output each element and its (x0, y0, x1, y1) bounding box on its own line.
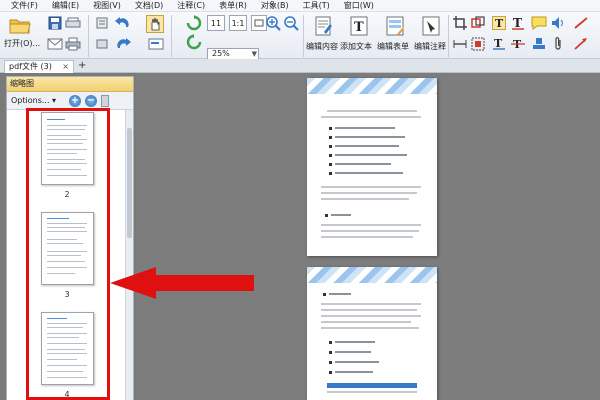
undo-icon[interactable] (113, 15, 133, 31)
thumbnail-list: 2 3 4 (7, 110, 125, 400)
settings-icon[interactable] (95, 15, 109, 31)
edit-annotation-icon[interactable] (420, 15, 442, 37)
rotate-ccw-icon[interactable] (185, 34, 203, 50)
measure-icon[interactable] (452, 36, 468, 52)
new-tab-button[interactable]: + (78, 60, 86, 72)
menu-bar: 文件(F) 编辑(E) 视图(V) 文档(D) 注释(C) 表单(R) 对象(B… (0, 0, 600, 12)
add-text-button[interactable]: 添加文本 (340, 41, 372, 52)
scrollbar-thumb[interactable] (127, 128, 132, 238)
rotate-cw-icon[interactable] (185, 15, 203, 31)
open-button[interactable]: 打开(O)... (4, 38, 40, 49)
menu-comment[interactable]: 注释(C) (170, 0, 212, 11)
edit-content-icon[interactable] (312, 15, 334, 37)
menu-document[interactable]: 文档(D) (128, 0, 170, 11)
zoom-out-thumbnail-icon[interactable]: − (85, 95, 97, 107)
main-toolbar: 打开(O)... 11 1:1 25% ▼ 编辑内容 T 添加文本 编辑表单 编… (0, 12, 600, 60)
red-arrow-annotation (110, 267, 254, 299)
options-button[interactable]: Options... ▾ (11, 96, 56, 105)
document-view[interactable] (136, 73, 600, 400)
zoom-in-icon[interactable] (265, 15, 281, 31)
crop-icon[interactable] (452, 15, 468, 31)
print-icon[interactable] (65, 36, 81, 52)
arrow-tool-icon[interactable] (572, 36, 590, 52)
thumbnail-panel-title: 缩略图 (7, 77, 133, 92)
actual-size-button[interactable]: 11 (207, 15, 225, 31)
menu-file[interactable]: 文件(F) (4, 0, 45, 11)
redo-icon[interactable] (113, 36, 133, 52)
thumbnail-page-number: 4 (64, 390, 70, 399)
edit-annotation-button[interactable]: 编辑注释 (414, 41, 446, 52)
stamp-icon[interactable] (530, 36, 548, 52)
zoom-out-icon[interactable] (283, 15, 299, 31)
link-tool-icon[interactable] (470, 15, 486, 31)
menu-view[interactable]: 视图(V) (86, 0, 128, 11)
menu-object[interactable]: 对象(B) (254, 0, 296, 11)
sound-icon[interactable] (550, 15, 566, 31)
document-page[interactable] (307, 267, 437, 400)
edit-form-button[interactable]: 编辑表单 (377, 41, 409, 52)
text-box-icon[interactable]: T (510, 15, 526, 31)
tab-label: pdf文件 (3) (9, 62, 52, 71)
image-tool-icon[interactable] (470, 36, 486, 52)
svg-text:T: T (513, 16, 522, 30)
select-text-icon[interactable] (147, 36, 165, 52)
thumbnail-page-image[interactable] (41, 212, 94, 285)
menu-edit[interactable]: 编辑(E) (45, 0, 86, 11)
open-folder-icon[interactable] (8, 15, 32, 35)
snapshot-icon[interactable] (95, 36, 109, 52)
typewriter-icon[interactable]: T (491, 15, 507, 31)
note-icon[interactable] (530, 15, 548, 31)
thumbnail-item[interactable]: 4 (17, 312, 117, 400)
thumbnail-page-number: 2 (64, 190, 70, 199)
thumbnail-toolbar: Options... ▾ + − (7, 92, 133, 110)
thumbnail-scrollbar[interactable] (125, 110, 133, 400)
thumbnail-page-image[interactable] (41, 312, 94, 385)
thumbnail-size-slider[interactable] (101, 95, 109, 107)
menu-window[interactable]: 窗口(W) (337, 0, 381, 11)
thumbnail-page-image[interactable] (41, 112, 94, 185)
hand-tool-icon[interactable] (145, 15, 165, 33)
thumbnail-item[interactable]: 2 (17, 112, 117, 207)
thumbnail-panel: 缩略图 Options... ▾ + − 2 3 4 (6, 76, 134, 400)
fit-page-button[interactable]: 1:1 (229, 15, 247, 31)
page-header-pattern (307, 267, 437, 283)
edit-content-button[interactable]: 编辑内容 (306, 41, 338, 52)
chevron-down-icon: ▼ (251, 50, 257, 58)
add-text-icon[interactable]: T (348, 15, 370, 37)
document-tab-bar: pdf文件 (3) × + (0, 59, 600, 73)
attachment-icon[interactable] (550, 36, 566, 52)
scanner-icon[interactable] (65, 15, 81, 31)
email-icon[interactable] (47, 36, 63, 52)
svg-text:T: T (494, 37, 503, 50)
thumbnail-item[interactable]: 3 (17, 212, 117, 307)
zoom-in-thumbnail-icon[interactable]: + (69, 95, 81, 107)
close-icon[interactable]: × (62, 61, 69, 73)
menu-form[interactable]: 表单(R) (212, 0, 254, 11)
zoom-value: 25% (212, 49, 230, 58)
svg-text:T: T (495, 17, 504, 30)
menu-tools[interactable]: 工具(T) (296, 0, 337, 11)
page-header-pattern (307, 78, 437, 94)
edit-form-icon[interactable] (384, 15, 406, 37)
line-tool-icon[interactable] (572, 15, 590, 31)
tab-pdf-document[interactable]: pdf文件 (3) × (4, 60, 74, 73)
underline-icon[interactable]: T (491, 36, 507, 52)
svg-text:T: T (354, 20, 364, 35)
strikeout-icon[interactable]: T (510, 36, 526, 52)
thumbnail-page-number: 3 (64, 290, 70, 299)
options-label: Options... (11, 96, 50, 105)
document-page[interactable] (307, 78, 437, 256)
save-icon[interactable] (47, 15, 63, 31)
